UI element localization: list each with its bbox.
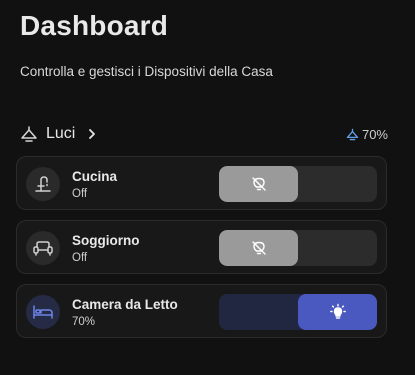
device-card-camera-da-letto: Camera da Letto 70% <box>16 284 387 338</box>
device-name: Soggiorno <box>72 233 140 248</box>
section-title: Luci <box>46 125 76 142</box>
section-percent: 70% <box>361 126 388 142</box>
page-subtitle: Controlla e gestisci i Dispositivi della… <box>20 64 273 79</box>
ceiling-light-small-icon <box>346 128 359 140</box>
bulb-off-icon <box>251 177 266 191</box>
toggle-knob <box>298 294 377 330</box>
bulb-on-icon <box>329 303 346 319</box>
device-state: 70% <box>72 316 96 328</box>
bed-icon <box>26 295 60 329</box>
device-state: Off <box>72 188 88 200</box>
device-card-cucina: Cucina Off <box>16 156 387 210</box>
section-header-luci: Luci 70% <box>20 123 388 145</box>
light-toggle-cucina[interactable] <box>219 166 377 202</box>
device-state: Off <box>72 252 88 264</box>
device-card-soggiorno: Soggiorno Off <box>16 220 387 274</box>
light-toggle-soggiorno[interactable] <box>219 230 377 266</box>
toggle-knob <box>219 166 298 202</box>
toggle-knob <box>219 230 298 266</box>
ceiling-light-icon <box>20 125 38 143</box>
section-brightness: 70% <box>346 127 388 142</box>
bulb-off-icon <box>251 241 266 255</box>
kitchen-faucet-icon <box>26 167 60 201</box>
light-toggle-camera-da-letto[interactable] <box>219 294 377 330</box>
device-name: Cucina <box>72 169 118 184</box>
page-title: Dashboard <box>20 10 169 41</box>
device-name: Camera da Letto <box>72 297 178 312</box>
chevron-right-icon[interactable] <box>87 128 97 140</box>
sofa-icon <box>26 231 60 265</box>
